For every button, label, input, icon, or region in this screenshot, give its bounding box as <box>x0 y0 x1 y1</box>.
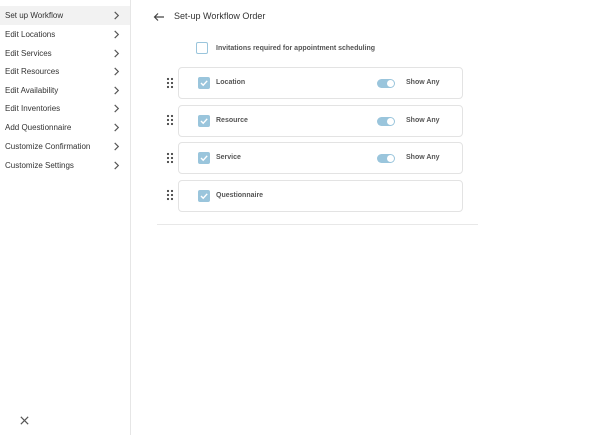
chevron-right-icon <box>114 86 120 95</box>
close-icon[interactable] <box>19 415 30 426</box>
check-icon <box>200 118 208 125</box>
divider <box>157 224 478 225</box>
chevron-right-icon <box>114 142 120 151</box>
workflow-item-label: Location <box>216 79 246 86</box>
drag-handle-icon[interactable] <box>166 114 174 126</box>
questionnaire-checkbox[interactable] <box>198 190 210 202</box>
sidebar-item-label: Customize Settings <box>5 161 74 170</box>
show-any-label: Show Any <box>406 117 440 124</box>
page-title: Set-up Workflow Order <box>174 11 266 21</box>
workflow-card-resource: Resource Show Any <box>178 105 463 137</box>
show-any-toggle[interactable] <box>377 79 395 88</box>
service-checkbox[interactable] <box>198 152 210 164</box>
toggle-knob <box>387 80 394 87</box>
sidebar-item-label: Edit Services <box>5 49 52 58</box>
main-panel: Set-up Workflow Order Invitations requir… <box>131 0 616 435</box>
sidebar-item-label: Customize Confirmation <box>5 142 91 151</box>
chevron-right-icon <box>114 123 120 132</box>
show-any-label: Show Any <box>406 154 440 161</box>
invitations-checkbox[interactable] <box>196 42 208 54</box>
sidebar-item-label: Edit Locations <box>5 30 56 39</box>
drag-handle-icon[interactable] <box>166 77 174 89</box>
workflow-card-questionnaire: Questionnaire <box>178 180 463 212</box>
chevron-right-icon <box>114 67 120 76</box>
check-icon <box>200 80 208 87</box>
sidebar-item-label: Set up Workflow <box>5 11 64 20</box>
chevron-right-icon <box>114 161 120 170</box>
invitations-label: Invitations required for appointment sch… <box>216 44 376 52</box>
sidebar-item-edit-resources[interactable]: Edit Resources <box>0 62 130 81</box>
toggle-knob <box>387 155 394 162</box>
workflow-card-service: Service Show Any <box>178 142 463 174</box>
sidebar-item-label: Edit Inventories <box>5 104 61 113</box>
sidebar-item-edit-inventories[interactable]: Edit Inventories <box>0 99 130 118</box>
check-icon <box>200 193 208 200</box>
show-any-toggle[interactable] <box>377 117 395 126</box>
workflow-card-location: Location Show Any <box>178 67 463 99</box>
sidebar: Set up Workflow Edit Locations Edit Serv… <box>0 0 131 435</box>
sidebar-item-label: Edit Resources <box>5 67 60 76</box>
workflow-item-label: Resource <box>216 117 248 124</box>
chevron-right-icon <box>114 104 120 113</box>
chevron-right-icon <box>114 30 120 39</box>
invitations-checkbox-row[interactable]: Invitations required for appointment sch… <box>196 42 375 54</box>
sidebar-item-set-up-workflow[interactable]: Set up Workflow <box>0 6 130 25</box>
chevron-right-icon <box>114 11 120 20</box>
sidebar-item-edit-services[interactable]: Edit Services <box>0 44 130 63</box>
drag-handle-icon[interactable] <box>166 189 174 201</box>
sidebar-item-edit-locations[interactable]: Edit Locations <box>0 25 130 44</box>
check-icon <box>200 155 208 162</box>
arrow-left-icon[interactable] <box>153 12 165 22</box>
toggle-knob <box>387 118 394 125</box>
show-any-label: Show Any <box>406 79 440 86</box>
sidebar-item-customize-confirmation[interactable]: Customize Confirmation <box>0 137 130 156</box>
location-checkbox[interactable] <box>198 77 210 89</box>
sidebar-item-label: Edit Availability <box>5 86 59 95</box>
show-any-toggle[interactable] <box>377 154 395 163</box>
workflow-item-label: Service <box>216 154 241 161</box>
sidebar-item-edit-availability[interactable]: Edit Availability <box>0 81 130 100</box>
resource-checkbox[interactable] <box>198 115 210 127</box>
sidebar-item-customize-settings[interactable]: Customize Settings <box>0 156 130 175</box>
chevron-right-icon <box>114 49 120 58</box>
workflow-item-label: Questionnaire <box>216 192 264 199</box>
sidebar-item-label: Add Questionnaire <box>5 123 72 132</box>
sidebar-item-add-questionnaire[interactable]: Add Questionnaire <box>0 118 130 137</box>
drag-handle-icon[interactable] <box>166 152 174 164</box>
